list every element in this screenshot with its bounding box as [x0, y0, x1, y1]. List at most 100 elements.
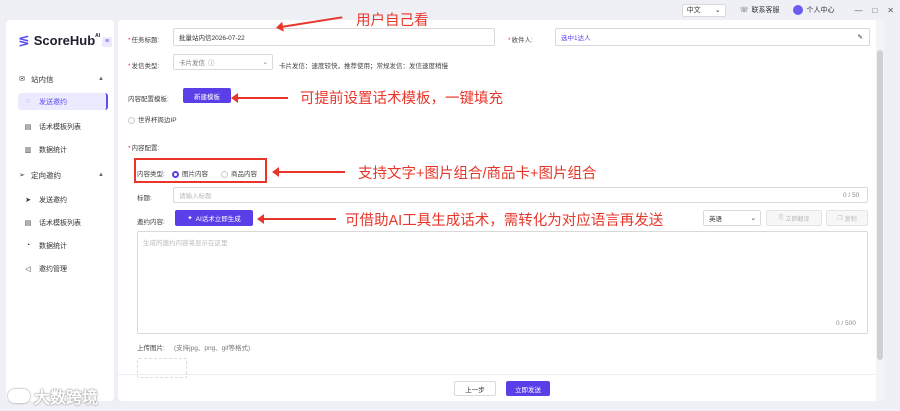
megaphone-icon: ◁: [25, 265, 31, 273]
top-bar: 中文 ⌄ ☏ 联系客服 个人中心 — □ ✕: [0, 0, 900, 20]
annotation-4: 可借助AI工具生成话术，需转化为对应语言再发送: [345, 213, 664, 229]
sidebar-item-template-list-2[interactable]: ▤ 话术模板列表: [18, 214, 108, 231]
avatar: [793, 5, 804, 15]
send-type-value: 卡片发信: [179, 60, 205, 67]
sidebar-item-statistics[interactable]: ▥ 数据统计: [18, 141, 108, 158]
sidebar-item-label: 邀约管理: [39, 265, 67, 273]
recipient-input[interactable]: 选中1达人 ✎: [555, 28, 870, 46]
translate-button[interactable]: ⎘ 立即翻译: [766, 210, 822, 226]
nav-group-targeted[interactable]: ➢ 定向邀约 ▲: [6, 166, 114, 184]
logo-text: ScoreHub: [33, 33, 96, 48]
send-type-select[interactable]: 卡片发信 ⓘ ⌄: [173, 54, 273, 70]
annotation-arrow-2: [231, 93, 288, 103]
content-config-label: *内容配置:: [128, 145, 160, 152]
window-controls: — □ ✕: [854, 6, 894, 15]
info-icon: ⓘ: [208, 60, 215, 67]
bar-chart-icon: ▥: [24, 146, 32, 154]
language-select[interactable]: 中文 ⌄: [681, 3, 726, 17]
minimize-button[interactable]: —: [854, 6, 862, 15]
send-icon: ➤: [25, 196, 31, 204]
annotation-arrow-4: [257, 214, 336, 224]
task-title-value: 批量站内信2026-07-22: [179, 35, 245, 42]
recipient-label: *收件人:: [508, 37, 533, 44]
nav-group-label: 站内信: [31, 74, 54, 84]
user-center-label: 个人中心: [806, 7, 835, 14]
scrollbar[interactable]: [876, 20, 884, 401]
mail-icon: ✉: [19, 76, 25, 83]
sidebar-item-invite-manage[interactable]: ◁ 邀约管理: [18, 260, 108, 277]
document-icon: ▤: [24, 219, 32, 227]
chevron-down-icon: ⌄: [750, 215, 756, 222]
content-placeholder: 生成的邀约内容将显示在这里: [143, 240, 228, 247]
annotation-2: 可提前设置话术模板，一键填充: [300, 91, 503, 107]
sidebar-item-label: 发送邀约: [39, 98, 67, 106]
world-cup-ip-option[interactable]: 世界杯周边IP: [128, 114, 177, 124]
title-label: 标题:: [137, 195, 152, 202]
language-value: 中文: [686, 7, 701, 14]
sparkle-icon: ✦: [187, 215, 193, 222]
send-type-desc: 卡片发信：速度较快，推荐使用；常规发信：发信速度稍慢: [279, 63, 448, 70]
title-placeholder: 请输入标题: [179, 193, 212, 200]
chevron-up-icon: ▲: [98, 172, 104, 178]
chevron-down-icon: ⌄: [262, 59, 268, 66]
watermark-logo-icon: [8, 389, 30, 403]
logo: ≶ ScoreHubAI: [18, 32, 100, 49]
recipient-value: 选中1达人: [561, 35, 591, 42]
sidebar-item-statistics-2[interactable]: ◔ 数据统计: [18, 237, 108, 254]
chevron-up-icon: ▲: [98, 76, 104, 82]
title-counter: 0 / 50: [843, 192, 860, 199]
collapse-menu-icon[interactable]: ≡: [102, 37, 112, 47]
ai-generate-button[interactable]: ✦ AI话术立即生成: [175, 210, 253, 226]
sidebar-item-label: 数据统计: [39, 242, 67, 250]
footer-divider: [118, 374, 876, 375]
send-icon: ➢: [19, 172, 25, 179]
sidebar-item-label: 话术模板列表: [39, 123, 81, 131]
watermark-text: 大数跨境: [34, 390, 99, 407]
maximize-button[interactable]: □: [872, 6, 877, 15]
task-title-input[interactable]: 批量站内信2026-07-22: [173, 28, 495, 46]
sidebar-item-send-invite-2[interactable]: ➤ 发送邀约: [18, 191, 108, 208]
scrollbar-thumb[interactable]: [877, 50, 883, 360]
nav-group-inbox[interactable]: ✉ 站内信 ▲: [6, 70, 114, 88]
logo-icon: ≶: [18, 32, 30, 48]
chevron-down-icon: ⌄: [714, 7, 721, 14]
template-label: 内容配置模板:: [128, 96, 169, 103]
sidebar-item-template-list[interactable]: ▤ 话术模板列表: [18, 118, 108, 135]
radio-icon: [128, 116, 135, 124]
sidebar-item-label: 数据统计: [39, 146, 67, 154]
upload-hint: (支持jpg、png、gif等格式): [174, 345, 251, 352]
task-title-label: *任务标题:: [128, 37, 160, 44]
send-type-label: *发信类型:: [128, 63, 160, 70]
upload-label: 上传图片:: [137, 345, 165, 352]
sidebar-item-send-invite[interactable]: ◌ 发送邀约: [18, 93, 108, 110]
content-counter: 0 / 500: [836, 320, 856, 327]
edit-icon[interactable]: ✎: [858, 33, 863, 41]
document-icon: ▤: [24, 123, 32, 131]
support-label: 联系客服: [751, 7, 780, 14]
copy-button[interactable]: ❐ 复制: [826, 210, 868, 226]
new-template-button[interactable]: 新建模板: [183, 88, 231, 103]
upload-dropzone[interactable]: [137, 358, 187, 378]
send-now-button[interactable]: 立即发送: [506, 381, 550, 396]
invite-content-textarea[interactable]: 生成的邀约内容将显示在这里: [137, 231, 868, 334]
sidebar-item-label: 话术模板列表: [39, 219, 81, 227]
pie-chart-icon: ◔: [25, 242, 31, 249]
copy-icon: ❐: [837, 215, 843, 222]
support-link[interactable]: ☏ 联系客服: [740, 5, 780, 15]
annotation-arrow-3: [272, 167, 345, 177]
user-center-link[interactable]: 个人中心: [793, 5, 834, 15]
watermark: 大数跨境: [8, 384, 98, 408]
annotation-3: 支持文字+图片组合/商品卡+图片组合: [358, 166, 597, 182]
invite-label: 邀约内容:: [137, 219, 165, 226]
prev-step-button[interactable]: 上一步: [454, 381, 496, 396]
nav-group-label: 定向邀约: [31, 170, 61, 180]
language-select-content[interactable]: 英语 ⌄: [703, 210, 761, 226]
title-input[interactable]: 请输入标题: [173, 187, 868, 203]
headset-icon: ☏: [739, 7, 749, 14]
sidebar-item-label: 发送邀约: [39, 196, 67, 204]
chat-icon: ◌: [25, 98, 31, 105]
close-button[interactable]: ✕: [887, 6, 894, 15]
content-type-highlight: [134, 158, 267, 183]
annotation-1: 用户自己看: [356, 13, 429, 29]
sidebar: ≶ ScoreHubAI ≡ ✉ 站内信 ▲ ◌ 发送邀约 ▤ 话术模板列表 ▥…: [6, 20, 114, 401]
